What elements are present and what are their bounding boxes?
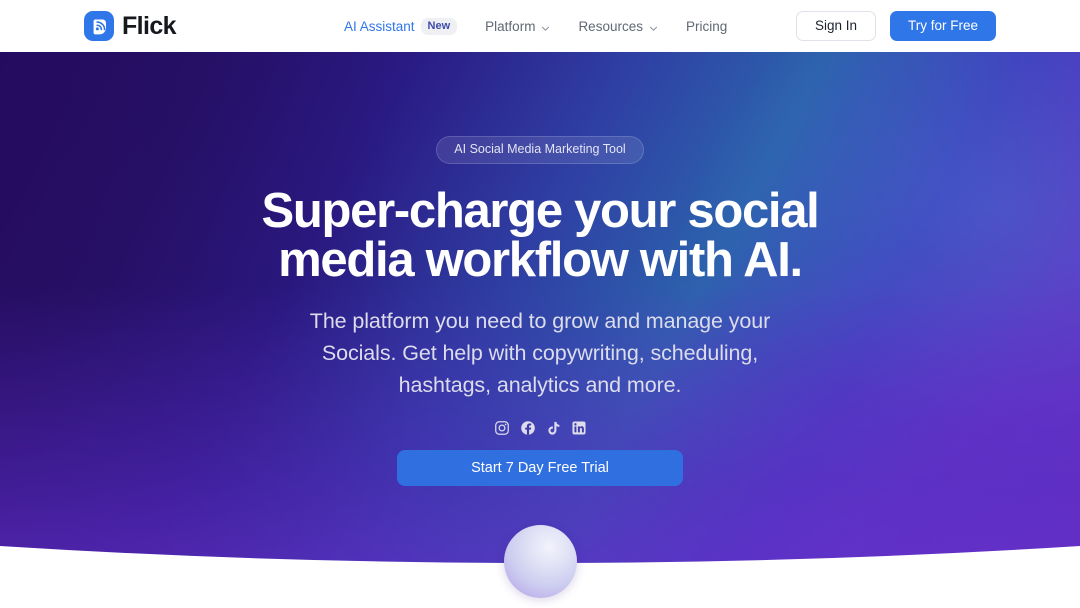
- chevron-down-icon: [541, 21, 550, 31]
- hero-content: AI Social Media Marketing Tool Super-cha…: [0, 52, 1080, 486]
- hero-tag-pill: AI Social Media Marketing Tool: [436, 136, 644, 164]
- sign-in-button[interactable]: Sign In: [795, 11, 876, 41]
- nav-item-platform[interactable]: Platform: [471, 0, 564, 52]
- linkedin-icon[interactable]: [571, 420, 587, 436]
- nav-label: AI Assistant: [344, 18, 415, 34]
- facebook-icon[interactable]: [520, 420, 536, 436]
- brand-name: Flick: [122, 12, 177, 40]
- header-actions: Sign In Try for Free: [795, 11, 996, 41]
- decorative-sphere: [504, 525, 577, 598]
- hero-subheading: The platform you need to grow and manage…: [309, 309, 771, 398]
- start-free-trial-button[interactable]: Start 7 Day Free Trial: [397, 449, 683, 486]
- chevron-down-icon: [649, 21, 658, 31]
- main-navigation: AI Assistant New Platform Resources Pric…: [330, 0, 741, 52]
- nav-item-resources[interactable]: Resources: [564, 0, 672, 52]
- instagram-icon[interactable]: [494, 420, 510, 436]
- page-root: Flick AI Assistant New Platform Resource…: [0, 0, 1080, 608]
- flick-logo-icon: [84, 11, 114, 41]
- headline-line-1: Super-charge your social: [261, 183, 820, 238]
- nav-label: Resources: [578, 18, 643, 34]
- headline-line-2: media workflow with AI.: [278, 233, 803, 288]
- nav-label: Platform: [485, 18, 536, 34]
- nav-badge-new: New: [420, 0, 472, 52]
- nav-item-pricing[interactable]: Pricing: [672, 0, 741, 52]
- nav-item-ai-assistant[interactable]: AI Assistant: [330, 0, 421, 52]
- site-header: Flick AI Assistant New Platform Resource…: [0, 0, 1080, 52]
- page-title: Super-charge your social media workflow …: [0, 183, 1080, 288]
- try-for-free-button[interactable]: Try for Free: [889, 11, 996, 41]
- social-icons-row: [0, 420, 1080, 436]
- nav-label: Pricing: [685, 18, 728, 34]
- brand-logo[interactable]: Flick: [84, 11, 177, 41]
- tiktok-icon[interactable]: [546, 420, 561, 436]
- badge-new-label: New: [420, 17, 458, 35]
